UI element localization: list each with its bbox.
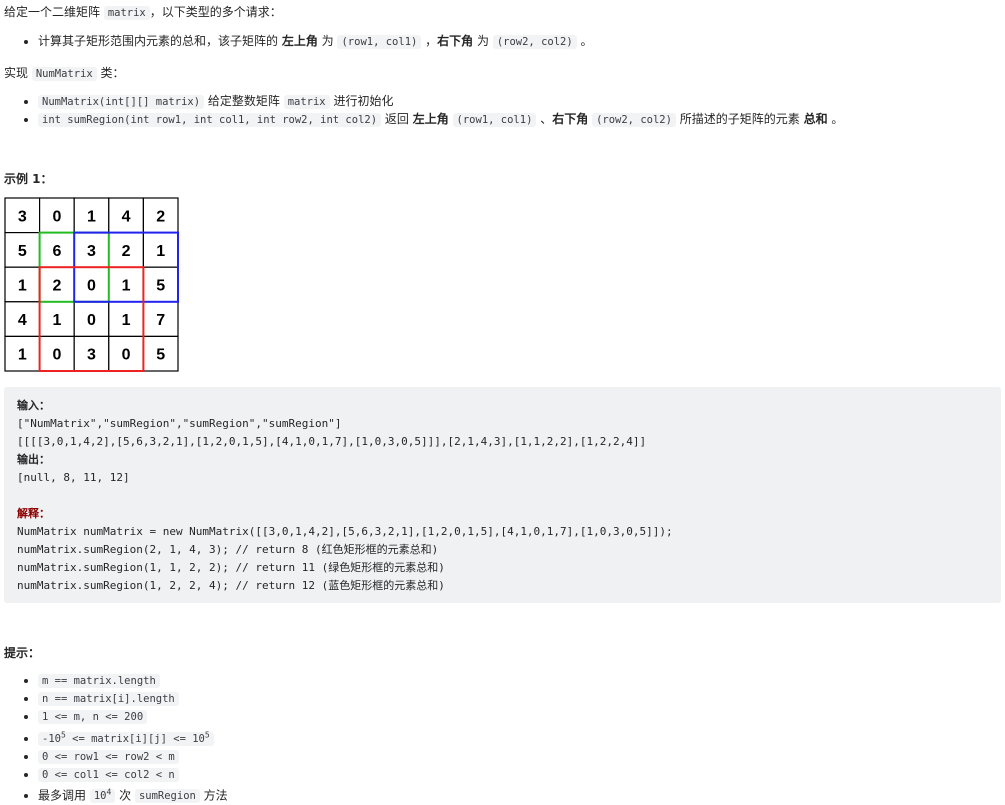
- matrix-value: 5: [156, 347, 165, 364]
- list-item: 0 <= col1 <= col2 < n: [38, 766, 228, 784]
- output-label: 输出：: [17, 453, 50, 466]
- explain-line: numMatrix.sumRegion(1, 2, 2, 4); // retu…: [17, 579, 445, 592]
- explain-line: numMatrix.sumRegion(1, 1, 2, 2); // retu…: [17, 561, 445, 574]
- matrix-value: 0: [122, 347, 131, 364]
- intro-text: 给定一个二维矩阵 matrix，以下类型的多个请求：: [4, 3, 282, 20]
- matrix-value: 6: [52, 243, 61, 260]
- output-line: [null, 8, 11, 12]: [17, 471, 130, 484]
- explain-line: NumMatrix numMatrix = new NumMatrix([[3,…: [17, 525, 673, 538]
- matrix-value: 3: [18, 208, 27, 225]
- matrix-value: 0: [52, 347, 61, 364]
- hints-title: 提示：: [4, 644, 40, 661]
- matrix-figure: 3 0 1 4 2 5 6 3 2 1 1 2 0 1 5 4 1 0 1 7 1 0 3 0 5: [4, 197, 184, 377]
- matrix-value: 5: [18, 243, 27, 260]
- example-block: 输入： ["NumMatrix","sumRegion","sumRegion"…: [4, 387, 1001, 603]
- impl-text: 实现 NumMatrix 类：: [4, 64, 125, 81]
- matrix-value: 1: [18, 278, 27, 295]
- matrix-value: 7: [156, 312, 165, 329]
- input-line: ["NumMatrix","sumRegion","sumRegion","su…: [17, 417, 342, 430]
- method-list: NumMatrix(int[][] matrix) 给定整数矩阵 matrix …: [0, 93, 843, 129]
- matrix-value: 1: [87, 208, 96, 225]
- list-item: -105 <= matrix[i][j] <= 105: [38, 726, 228, 748]
- matrix-value: 0: [52, 208, 61, 225]
- input-line: [[[[3,0,1,4,2],[5,6,3,2,1],[1,2,0,1,5],[…: [17, 435, 646, 448]
- list-item: 0 <= row1 <= row2 < m: [38, 748, 228, 766]
- matrix-value: 1: [18, 347, 27, 364]
- list-item: m == matrix.length: [38, 672, 228, 690]
- matrix-value: 1: [122, 278, 131, 295]
- matrix-value: 2: [156, 208, 165, 225]
- list-item: n == matrix[i].length: [38, 690, 228, 708]
- list-item: 计算其子矩形范围内元素的总和，该子矩阵的 左上角 为 (row1, col1) …: [38, 33, 593, 51]
- hints-list: m == matrix.length n == matrix[i].length…: [0, 672, 228, 805]
- matrix-value: 1: [52, 312, 61, 329]
- matrix-value: 3: [87, 347, 96, 364]
- list-item: NumMatrix(int[][] matrix) 给定整数矩阵 matrix …: [38, 93, 843, 111]
- example-title: 示例 1：: [4, 170, 53, 187]
- list-item: int sumRegion(int row1, int col1, int ro…: [38, 111, 843, 129]
- matrix-value: 0: [87, 278, 96, 295]
- matrix-value: 0: [87, 312, 96, 329]
- explain-line: numMatrix.sumRegion(2, 1, 4, 3); // retu…: [17, 543, 438, 556]
- list-item: 1 <= m, n <= 200: [38, 708, 228, 726]
- input-label: 输入：: [17, 399, 50, 412]
- request-list: 计算其子矩形范围内元素的总和，该子矩阵的 左上角 为 (row1, col1) …: [0, 33, 593, 51]
- matrix-value: 1: [156, 243, 165, 260]
- matrix-value: 5: [156, 278, 165, 295]
- list-item: 最多调用 104 次 sumRegion 方法: [38, 784, 228, 805]
- matrix-value: 2: [122, 243, 131, 260]
- matrix-value: 1: [122, 312, 131, 329]
- matrix-value: 4: [122, 208, 131, 225]
- matrix-value: 2: [52, 278, 61, 295]
- matrix-value: 3: [87, 243, 96, 260]
- explain-label: 解释：: [17, 507, 50, 520]
- matrix-value: 4: [18, 312, 27, 329]
